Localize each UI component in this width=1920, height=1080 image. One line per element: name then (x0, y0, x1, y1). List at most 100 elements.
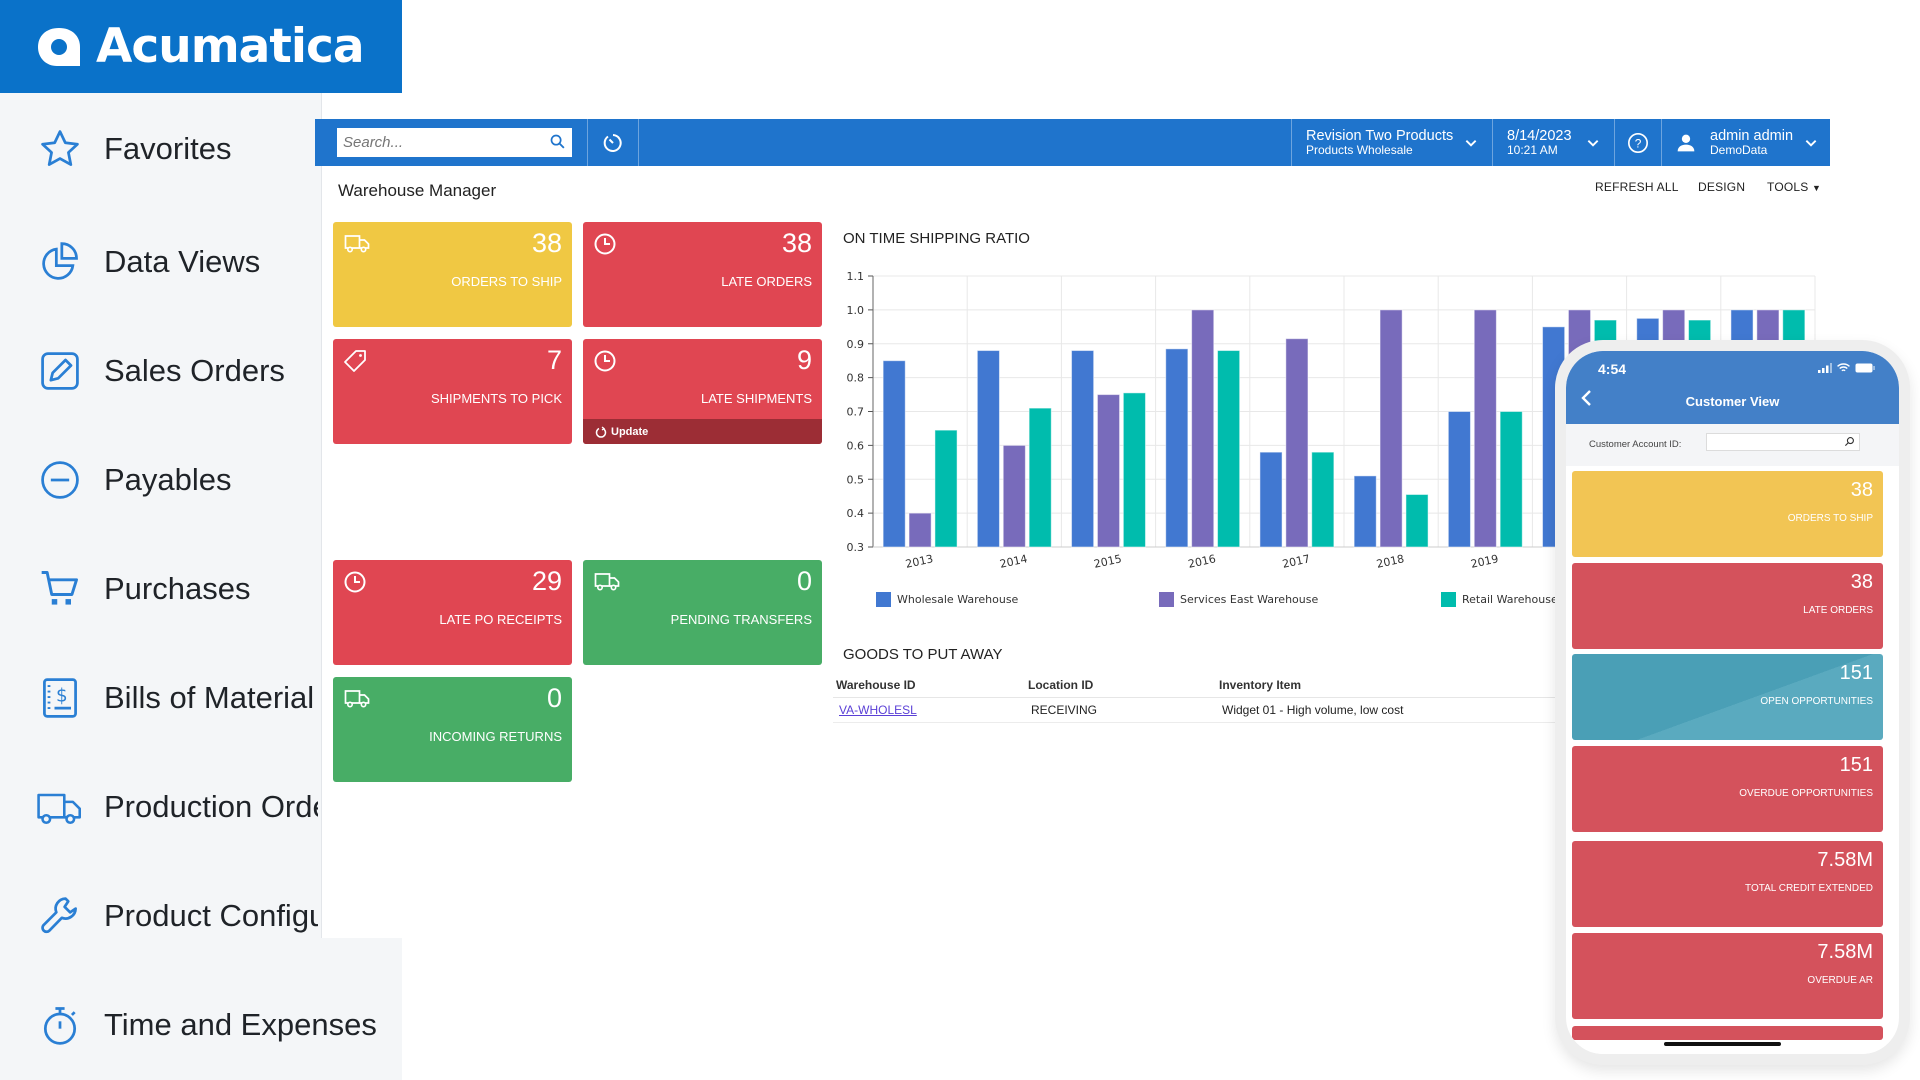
tools-menu-button[interactable]: TOOLS ▼ (1767, 180, 1821, 194)
sidebar-item-purchases[interactable]: Purchases (0, 559, 318, 619)
column-header-warehouse-id[interactable]: Warehouse ID (836, 678, 916, 692)
kpi-tile-pending-transfers[interactable]: 0 PENDING TRANSFERS (583, 560, 822, 665)
help-button[interactable]: ? (1615, 119, 1661, 166)
kpi-value: 38 (1850, 571, 1873, 593)
bar-wholesale-warehouse-2013 (882, 360, 906, 548)
search-input[interactable] (337, 128, 572, 157)
kpi-label: TOTAL CREDIT EXTENDED (1745, 883, 1873, 894)
bar-retail-warehouse-2018 (1405, 493, 1429, 548)
sidebar-item-label: Data Views (104, 244, 261, 279)
business-time: 10:21 AM (1507, 142, 1558, 157)
customer-account-input[interactable] (1706, 433, 1860, 451)
design-button[interactable]: DESIGN (1698, 180, 1745, 194)
sidebar-item-label: Purchases (104, 571, 251, 606)
business-date-selector[interactable]: 8/14/2023 10:21 AM (1493, 119, 1614, 166)
phone-screen-title: Customer View (1685, 394, 1780, 409)
sidebar-item-sales-orders[interactable]: Sales Orders (0, 341, 318, 401)
kpi-label: LATE SHIPMENTS (700, 391, 812, 406)
kpi-tile-late-shipments[interactable]: 9 LATE SHIPMENTS Update (583, 339, 822, 444)
kpi-value: 151 (1839, 662, 1873, 684)
sidebar-menu: Favorites Data Views Sales Orders Payabl… (0, 93, 318, 938)
mobile-phone-preview: 4:54 Customer View Customer Account ID: … (1555, 340, 1910, 1065)
wrench-icon (36, 892, 84, 938)
tenant-name: DemoData (1710, 142, 1768, 157)
kpi-tile-late-orders[interactable]: 38 LATE ORDERS (583, 222, 822, 327)
search-icon[interactable] (1844, 436, 1855, 447)
bar-retail-warehouse-2017 (1311, 451, 1335, 548)
sidebar-item-favorites[interactable]: Favorites (0, 119, 318, 179)
sidebar-item-time-and-expenses[interactable]: Time and Expenses (0, 995, 400, 1055)
minus-circle-icon (36, 456, 84, 504)
kpi-value: 151 (1839, 754, 1873, 776)
phone-clock: 4:54 (1598, 361, 1627, 377)
tools-label: TOOLS (1767, 180, 1809, 194)
bar-services-east-warehouse-2016 (1191, 309, 1215, 548)
brand-name: Acumatica (96, 19, 365, 74)
stopwatch-icon (36, 1001, 84, 1049)
x-tick-label: 2013 (904, 552, 934, 571)
bar-retail-warehouse-2015 (1122, 392, 1146, 548)
y-tick-label: 0.8 (847, 372, 865, 385)
phone-tile-late-orders[interactable]: 38 LATE ORDERS (1572, 563, 1883, 649)
kpi-label: OVERDUE OPPORTUNITIES (1739, 788, 1873, 799)
kpi-tile-orders-to-ship[interactable]: 38 ORDERS TO SHIP (333, 222, 572, 327)
x-tick-label: 2019 (1470, 552, 1500, 571)
phone-tile-total-credit-extended[interactable]: 7.58M TOTAL CREDIT EXTENDED (1572, 841, 1883, 927)
search-box[interactable] (337, 128, 572, 157)
user-menu[interactable]: admin admin DemoData (1662, 119, 1830, 166)
legend-swatch (1441, 592, 1456, 607)
refresh-all-button[interactable]: REFRESH ALL (1595, 180, 1679, 194)
phone-tile-overdue-opportunities[interactable]: 151 OVERDUE OPPORTUNITIES (1572, 746, 1883, 832)
bar-retail-warehouse-2019 (1499, 411, 1523, 548)
location-id-cell: RECEIVING (1031, 703, 1098, 717)
sidebar-item-production-orders[interactable]: Production Orders (0, 777, 318, 837)
sidebar-item-label: Payables (104, 462, 232, 497)
bar-services-east-warehouse-2018 (1379, 309, 1403, 548)
phone-tile-open-opportunities[interactable]: 151 OPEN OPPORTUNITIES (1572, 654, 1883, 740)
search-icon[interactable] (549, 133, 566, 150)
sidebar-item-label: Bills of Material (104, 680, 315, 715)
column-header-inventory-item[interactable]: Inventory Item (1219, 678, 1301, 692)
chart-title: ON TIME SHIPPING RATIO (843, 230, 1030, 247)
sidebar-item-payables[interactable]: Payables (0, 450, 318, 510)
warehouse-id-link[interactable]: VA-WHOLESL (839, 703, 917, 717)
sidebar-item-label: Production Orders (104, 789, 318, 824)
kpi-tile-shipments-to-pick[interactable]: 7 SHIPMENTS TO PICK (333, 339, 572, 444)
bar-wholesale-warehouse-2015 (1071, 350, 1095, 548)
truck-icon (36, 783, 84, 831)
kpi-tile-incoming-returns[interactable]: 0 INCOMING RETURNS (333, 677, 572, 782)
battery-icon (1855, 363, 1875, 373)
bar-services-east-warehouse-2017 (1285, 338, 1309, 548)
x-tick-label: 2016 (1187, 552, 1217, 571)
brand-header: Acumatica (0, 0, 402, 93)
bar-services-east-warehouse-2013 (908, 512, 932, 548)
kpi-tile-late-po-receipts[interactable]: 29 LATE PO RECEIPTS (333, 560, 572, 665)
sidebar-item-data-views[interactable]: Data Views (0, 232, 318, 292)
company-selector[interactable]: Revision Two Products Products Wholesale (1292, 119, 1492, 166)
kpi-label: ORDERS TO SHIP (451, 274, 562, 289)
wifi-icon (1837, 363, 1850, 372)
kpi-value: 9 (796, 345, 812, 375)
sidebar-item-bills-of-material[interactable]: $ Bills of Material (0, 668, 318, 728)
user-icon (1677, 134, 1695, 151)
clock-icon (594, 233, 616, 255)
home-indicator[interactable] (1664, 1042, 1781, 1046)
kpi-value: 0 (796, 566, 812, 596)
column-header-location-id[interactable]: Location ID (1028, 678, 1093, 692)
update-button[interactable]: Update (583, 419, 822, 444)
kpi-label: INCOMING RETURNS (429, 729, 562, 744)
truck-icon (344, 690, 370, 708)
x-tick-label: 2017 (1281, 552, 1311, 571)
legend-label: Services East Warehouse (1180, 593, 1319, 606)
clock-icon (594, 350, 616, 372)
sidebar-item-label: Sales Orders (104, 353, 285, 388)
recent-history-button[interactable] (588, 119, 638, 166)
kpi-label: OPEN OPPORTUNITIES (1760, 696, 1873, 707)
phone-tile-orders-to-ship[interactable]: 38 ORDERS TO SHIP (1572, 471, 1883, 557)
bar-wholesale-warehouse-2018 (1353, 475, 1377, 548)
user-name: admin admin (1710, 127, 1794, 144)
sidebar-item-product-configurator[interactable]: Product Configurator (0, 886, 318, 938)
phone-tile-overdue-ar[interactable]: 7.58M OVERDUE AR (1572, 933, 1883, 1019)
clock-icon (344, 571, 366, 593)
sidebar-item-label: Time and Expenses (104, 1007, 377, 1042)
